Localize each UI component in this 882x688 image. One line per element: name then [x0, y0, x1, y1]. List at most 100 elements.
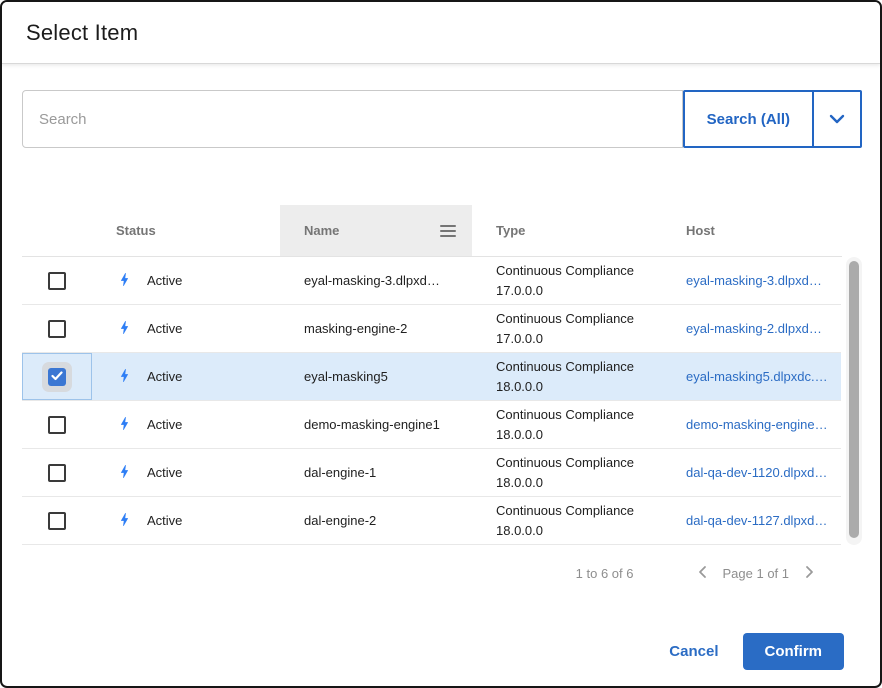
row-type-cell: Continuous Compliance 17.0.0.0	[472, 261, 662, 300]
row-checkbox-cell	[22, 257, 92, 304]
pagination-bar: 1 to 6 of 6 Page 1 of 1	[22, 555, 862, 591]
row-name-cell: dal-engine-2	[280, 513, 472, 528]
column-menu-icon[interactable]	[440, 225, 456, 237]
row-type-cell: Continuous Compliance 18.0.0.0	[472, 453, 662, 492]
type-label: Continuous Compliance	[496, 501, 662, 521]
search-options-dropdown-button[interactable]	[812, 92, 860, 146]
table-header-row: Status Name Type Host	[22, 205, 842, 257]
row-name-cell: dal-engine-1	[280, 465, 472, 480]
chevron-right-icon	[805, 565, 814, 582]
search-button-group: Search (All)	[683, 90, 862, 148]
table-row[interactable]: Active dal-engine-1 Continuous Complianc…	[22, 449, 841, 497]
status-label: Active	[147, 417, 182, 432]
vertical-scrollbar[interactable]	[846, 257, 862, 545]
version-label: 18.0.0.0	[496, 377, 662, 397]
row-host-cell: eyal-masking-3.dlpxd…	[662, 273, 841, 288]
row-checkbox-cell	[22, 449, 92, 496]
chevron-left-icon	[698, 565, 707, 582]
checkbox-unchecked[interactable]	[48, 464, 66, 482]
status-label: Active	[147, 465, 182, 480]
search-bar: Search (All)	[22, 90, 862, 148]
status-label: Active	[147, 369, 182, 384]
checkbox-unchecked[interactable]	[48, 512, 66, 530]
status-label: Active	[147, 513, 182, 528]
bolt-icon	[116, 367, 133, 387]
row-host-cell: dal-qa-dev-1127.dlpxd…	[662, 513, 841, 528]
table-row[interactable]: Active masking-engine-2 Continuous Compl…	[22, 305, 841, 353]
scrollbar-thumb[interactable]	[849, 261, 859, 538]
host-link[interactable]: eyal-masking5.dlpxdc.…	[686, 369, 828, 384]
version-label: 18.0.0.0	[496, 425, 662, 445]
row-host-cell: dal-qa-dev-1120.dlpxd…	[662, 465, 841, 480]
bolt-icon	[116, 271, 133, 291]
checkbox-unchecked[interactable]	[48, 320, 66, 338]
items-table: Status Name Type Host	[22, 205, 862, 545]
row-name-cell: masking-engine-2	[280, 321, 472, 336]
table-row[interactable]: Active dal-engine-2 Continuous Complianc…	[22, 497, 841, 545]
dialog-title: Select Item	[26, 20, 138, 46]
row-status-cell: Active	[92, 463, 280, 483]
row-checkbox-cell	[22, 401, 92, 448]
chevron-down-icon	[829, 112, 845, 127]
row-type-cell: Continuous Compliance 18.0.0.0	[472, 405, 662, 444]
column-header-name[interactable]: Name	[280, 205, 472, 256]
row-type-cell: Continuous Compliance 17.0.0.0	[472, 309, 662, 348]
checkbox-box	[48, 368, 66, 386]
type-label: Continuous Compliance	[496, 309, 662, 329]
confirm-button[interactable]: Confirm	[743, 633, 845, 670]
dialog-footer: Cancel Confirm	[22, 633, 862, 686]
row-name-cell: eyal-masking-3.dlpxd…	[280, 273, 472, 288]
row-checkbox-cell	[22, 497, 92, 544]
checkbox-unchecked[interactable]	[48, 416, 66, 434]
page-indicator-label: Page 1 of 1	[723, 566, 790, 581]
table-row[interactable]: Active eyal-masking5 Continuous Complian…	[22, 353, 841, 401]
host-link[interactable]: dal-qa-dev-1120.dlpxd…	[686, 465, 827, 480]
table-row[interactable]: Active demo-masking-engine1 Continuous C…	[22, 401, 841, 449]
host-link[interactable]: eyal-masking-2.dlpxd…	[686, 321, 822, 336]
row-status-cell: Active	[92, 271, 280, 291]
version-label: 17.0.0.0	[496, 281, 662, 301]
column-header-type: Type	[472, 205, 662, 256]
row-host-cell: eyal-masking5.dlpxdc.…	[662, 369, 841, 384]
row-checkbox-cell	[22, 305, 92, 352]
next-page-button[interactable]	[801, 561, 818, 586]
type-label: Continuous Compliance	[496, 357, 662, 377]
row-status-cell: Active	[92, 367, 280, 387]
bolt-icon	[116, 511, 133, 531]
host-link[interactable]: eyal-masking-3.dlpxd…	[686, 273, 822, 288]
column-header-host: Host	[662, 205, 842, 256]
table-body: Active eyal-masking-3.dlpxd… Continuous …	[22, 257, 841, 545]
search-all-button[interactable]: Search (All)	[685, 92, 812, 146]
column-header-checkbox	[22, 205, 92, 256]
search-input[interactable]	[22, 90, 683, 148]
row-host-cell: eyal-masking-2.dlpxd…	[662, 321, 841, 336]
checkbox-checked[interactable]	[42, 362, 72, 392]
checkmark-icon	[51, 369, 63, 384]
previous-page-button[interactable]	[694, 561, 711, 586]
row-name-cell: eyal-masking5	[280, 369, 472, 384]
table-body-wrap: Active eyal-masking-3.dlpxd… Continuous …	[22, 257, 862, 545]
version-label: 18.0.0.0	[496, 521, 662, 541]
row-range-label: 1 to 6 of 6	[576, 566, 634, 581]
row-status-cell: Active	[92, 319, 280, 339]
type-label: Continuous Compliance	[496, 453, 662, 473]
row-type-cell: Continuous Compliance 18.0.0.0	[472, 501, 662, 540]
row-type-cell: Continuous Compliance 18.0.0.0	[472, 357, 662, 396]
dialog-body: Search (All) Status Name Type Host	[2, 64, 880, 686]
version-label: 18.0.0.0	[496, 473, 662, 493]
column-header-status: Status	[92, 205, 280, 256]
status-label: Active	[147, 321, 182, 336]
checkbox-unchecked[interactable]	[48, 272, 66, 290]
host-link[interactable]: dal-qa-dev-1127.dlpxd…	[686, 513, 827, 528]
row-status-cell: Active	[92, 415, 280, 435]
host-link[interactable]: demo-masking-engine…	[686, 417, 828, 432]
dialog-header: Select Item	[2, 2, 880, 64]
select-item-dialog: Select Item Search (All) Status Name	[0, 0, 882, 688]
row-status-cell: Active	[92, 511, 280, 531]
version-label: 17.0.0.0	[496, 329, 662, 349]
cancel-button[interactable]: Cancel	[669, 643, 718, 660]
table-row[interactable]: Active eyal-masking-3.dlpxd… Continuous …	[22, 257, 841, 305]
bolt-icon	[116, 415, 133, 435]
bolt-icon	[116, 319, 133, 339]
row-checkbox-cell	[22, 353, 92, 400]
